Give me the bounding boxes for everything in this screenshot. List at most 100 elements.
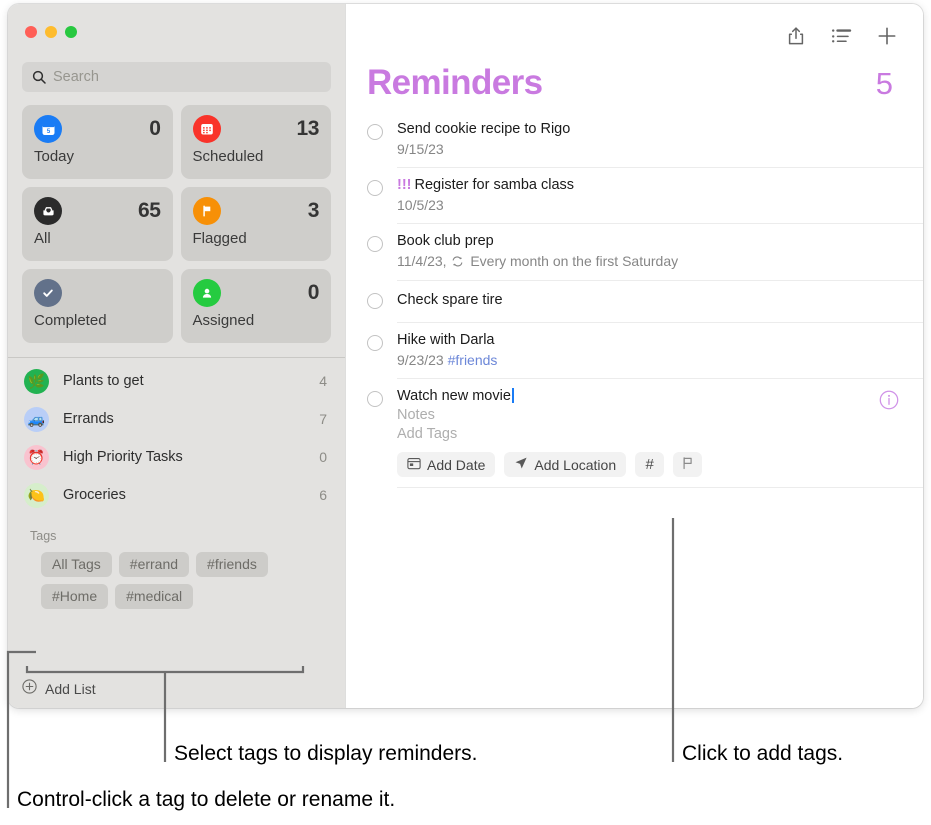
list-item-count: 6 <box>319 487 327 503</box>
zoom-button[interactable] <box>65 26 77 38</box>
reminder-title: Check spare tire <box>397 292 923 308</box>
add-list-button[interactable]: Add List <box>8 670 345 708</box>
tag-chip-medical[interactable]: #medical <box>115 584 193 609</box>
add-date-button[interactable]: Add Date <box>397 452 495 477</box>
smart-list-label: Scheduled <box>193 148 320 165</box>
reminder-date: 11/4/23, <box>397 253 447 269</box>
lemon-icon: 🍋 <box>24 483 49 508</box>
complete-toggle-circle[interactable] <box>367 391 383 407</box>
reminder-title-input[interactable]: Watch new movie <box>397 388 511 404</box>
list-item-label: Groceries <box>63 487 319 503</box>
reminder-tag[interactable]: #friends <box>448 352 498 368</box>
tag-chip-all-tags[interactable]: All Tags <box>41 552 112 577</box>
close-button[interactable] <box>25 26 37 38</box>
search-input[interactable] <box>53 69 321 85</box>
minimize-button[interactable] <box>45 26 57 38</box>
flag-icon <box>193 197 221 225</box>
share-icon[interactable] <box>786 26 806 47</box>
smart-list-today[interactable]: 5 0 Today <box>22 105 173 179</box>
alarm-clock-icon: ⏰ <box>24 445 49 470</box>
notes-field[interactable]: Notes <box>397 407 923 423</box>
smart-list-label: Completed <box>34 312 161 329</box>
complete-toggle-circle[interactable] <box>367 124 383 140</box>
tags-list: All Tags #errand #friends #Home #medical <box>8 543 345 609</box>
smart-list-count: 0 <box>149 117 160 141</box>
calendar-icon <box>407 457 421 473</box>
sort-list-icon[interactable] <box>831 28 852 45</box>
page-header: Reminders 5 <box>346 49 923 103</box>
tag-chip-home[interactable]: #Home <box>41 584 108 609</box>
reminder-count-badge: 5 <box>876 66 893 102</box>
car-icon: 🚙 <box>24 407 49 432</box>
complete-toggle-circle[interactable] <box>367 335 383 351</box>
reminder-row[interactable]: Book club prep 11/4/23, Every month on t… <box>346 224 923 281</box>
leaf-icon: 🌿 <box>24 369 49 394</box>
complete-toggle-circle[interactable] <box>367 293 383 309</box>
priority-marker: !!! <box>397 177 412 193</box>
smart-list-label: Flagged <box>193 230 320 247</box>
smart-list-assigned[interactable]: 0 Assigned <box>181 269 332 343</box>
smart-list-count: 13 <box>296 117 319 141</box>
tags-section-header: Tags <box>8 514 345 543</box>
flag-button[interactable] <box>673 452 702 477</box>
list-item-plants-to-get[interactable]: 🌿 Plants to get 4 <box>8 362 345 400</box>
complete-toggle-circle[interactable] <box>367 180 383 196</box>
calendar-icon <box>193 115 221 143</box>
repeat-icon <box>451 254 468 270</box>
smart-list-flagged[interactable]: 3 Flagged <box>181 187 332 261</box>
page-title: Reminders <box>367 63 543 103</box>
add-location-button[interactable]: Add Location <box>504 452 626 477</box>
smart-list-count: 3 <box>308 199 319 223</box>
list-item-label: Errands <box>63 411 319 427</box>
callout-select-tags: Select tags to display reminders. <box>174 742 477 766</box>
reminder-row[interactable]: Send cookie recipe to Rigo 9/15/23 <box>346 112 923 168</box>
location-arrow-icon <box>514 456 528 473</box>
complete-toggle-circle[interactable] <box>367 236 383 252</box>
list-item-high-priority-tasks[interactable]: ⏰ High Priority Tasks 0 <box>8 438 345 476</box>
smart-list-scheduled[interactable]: 13 Scheduled <box>181 105 332 179</box>
reminder-action-bar: Add Date Add Location # <box>397 452 923 477</box>
text-caret <box>512 388 514 403</box>
flag-outline-icon <box>681 456 694 473</box>
add-reminder-icon[interactable] <box>877 26 897 46</box>
reminder-title: Hike with Darla <box>397 332 923 348</box>
callout-click-to-add-tags: Click to add tags. <box>682 742 843 766</box>
reminder-row[interactable]: !!!Register for samba class 10/5/23 <box>346 168 923 224</box>
inbox-icon <box>34 197 62 225</box>
search-field[interactable] <box>22 62 331 92</box>
window-controls <box>8 4 345 39</box>
sidebar: 5 0 Today <box>8 4 345 708</box>
add-tag-button[interactable]: # <box>635 452 664 477</box>
info-circle-icon[interactable] <box>879 390 899 415</box>
smart-list-label: All <box>34 230 161 247</box>
list-item-errands[interactable]: 🚙 Errands 7 <box>8 400 345 438</box>
main-panel: Reminders 5 Send cookie recipe to Rigo 9… <box>345 4 923 708</box>
list-item-label: Plants to get <box>63 373 319 389</box>
reminder-title: Send cookie recipe to Rigo <box>397 121 923 137</box>
reminder-date: 10/5/23 <box>397 197 444 213</box>
reminder-row[interactable]: Hike with Darla 9/23/23 #friends <box>346 323 923 379</box>
list-item-count: 4 <box>319 373 327 389</box>
list-item-count: 0 <box>319 449 327 465</box>
custom-lists: 🌿 Plants to get 4 🚙 Errands 7 ⏰ High Pri… <box>8 358 345 514</box>
list-item-groceries[interactable]: 🍋 Groceries 6 <box>8 476 345 514</box>
reminder-row-editing[interactable]: Watch new movie Notes Add Tags <box>346 379 923 488</box>
tag-chip-errand[interactable]: #errand <box>119 552 189 577</box>
smart-list-label: Assigned <box>193 312 320 329</box>
add-tags-field[interactable]: Add Tags <box>397 426 923 442</box>
list-item-count: 7 <box>319 411 327 427</box>
reminder-title: Register for samba class <box>415 177 575 193</box>
plus-circle-icon <box>22 679 37 699</box>
reminder-date: 9/15/23 <box>397 141 444 157</box>
reminder-date: 9/23/23 <box>397 352 444 368</box>
add-list-label: Add List <box>45 681 96 697</box>
reminder-repeat-text: Every month on the first Saturday <box>470 253 678 269</box>
smart-list-count: 65 <box>138 199 161 223</box>
calendar-day-icon: 5 <box>34 115 62 143</box>
smart-list-completed[interactable]: Completed <box>22 269 173 343</box>
smart-list-all[interactable]: 65 All <box>22 187 173 261</box>
tag-chip-friends[interactable]: #friends <box>196 552 268 577</box>
smart-list-label: Today <box>34 148 161 165</box>
reminder-row[interactable]: Check spare tire <box>346 281 923 323</box>
list-item-label: High Priority Tasks <box>63 449 319 465</box>
